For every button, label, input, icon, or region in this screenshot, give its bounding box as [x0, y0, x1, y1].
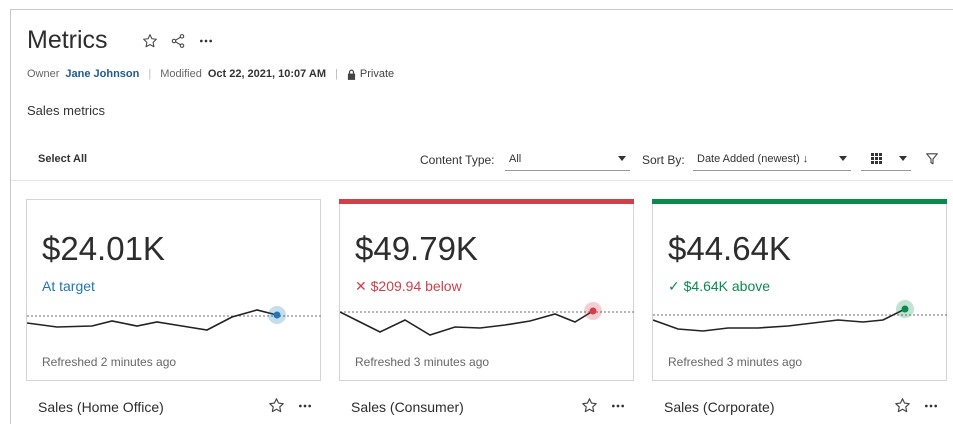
- card-footer: Sales (Consumer): [339, 397, 634, 419]
- metric-name[interactable]: Sales (Home Office): [38, 399, 164, 415]
- modified-value: Oct 22, 2021, 10:07 AM: [207, 68, 327, 80]
- sort-by-value: Date Added (newest) ↓: [697, 152, 809, 165]
- favorite-star-icon[interactable]: [268, 397, 285, 414]
- view-mode-dropdown[interactable]: [861, 147, 911, 171]
- sparkline: [27, 306, 322, 331]
- privacy-status: Private: [347, 68, 394, 80]
- card-footer: Sales (Home Office): [26, 397, 321, 419]
- metric-name[interactable]: Sales (Corporate): [664, 399, 775, 415]
- favorite-star-icon[interactable]: [142, 33, 158, 49]
- more-actions-icon[interactable]: [198, 33, 214, 49]
- sparkline: [653, 300, 948, 332]
- metric-value: $24.01K: [42, 230, 165, 267]
- content-type-value: All: [509, 152, 522, 165]
- status-accent-bar: [652, 199, 947, 204]
- metric-name[interactable]: Sales (Consumer): [351, 399, 464, 415]
- metric-status: ✓ $4.64K above: [668, 278, 771, 294]
- chevron-down-icon: [899, 156, 907, 161]
- filter-icon[interactable]: [926, 153, 938, 165]
- lock-icon: [347, 69, 355, 80]
- chevron-down-icon: [618, 156, 626, 161]
- title-row: Metrics: [27, 26, 214, 55]
- favorite-star-icon[interactable]: [894, 397, 911, 414]
- content-type-dropdown[interactable]: All: [505, 147, 630, 171]
- owner-label: Owner: [27, 68, 60, 80]
- metrics-page: Metrics Owner Jane Johnson | Modified Oc…: [10, 9, 953, 424]
- metric-card[interactable]: $49.79K ✕ $209.94 below Refreshed 3 minu…: [339, 199, 635, 381]
- more-actions-icon[interactable]: [923, 398, 939, 414]
- card-actions: [581, 397, 626, 414]
- status-accent-bar: [339, 199, 634, 204]
- favorite-star-icon[interactable]: [581, 397, 598, 414]
- chevron-down-icon: [839, 156, 847, 161]
- content-type-label: Content Type:: [420, 153, 495, 167]
- card-actions: [268, 397, 313, 414]
- refreshed-time: Refreshed 3 minutes ago: [355, 355, 490, 369]
- metric-value: $49.79K: [355, 230, 478, 267]
- modified-label: Modified: [160, 68, 202, 80]
- page-description: Sales metrics: [27, 103, 106, 118]
- metric-card[interactable]: $24.01K At target Refreshed 2 minutes ag…: [26, 199, 322, 381]
- card-footer: Sales (Corporate): [652, 397, 947, 419]
- toolbar: Select All Content Type: All Sort By: Da…: [11, 145, 953, 181]
- more-actions-icon[interactable]: [610, 398, 626, 414]
- title-actions: [142, 33, 214, 49]
- refreshed-time: Refreshed 2 minutes ago: [42, 355, 177, 369]
- metric-card[interactable]: $44.64K ✓ $4.64K above Refreshed 3 minut…: [652, 199, 948, 381]
- metadata-row: Owner Jane Johnson | Modified Oct 22, 20…: [27, 68, 394, 80]
- metric-value: $44.64K: [668, 230, 791, 267]
- separator: |: [148, 68, 152, 80]
- separator: |: [335, 68, 338, 80]
- owner-link[interactable]: Jane Johnson: [65, 68, 139, 80]
- grid-view-icon: [871, 153, 882, 164]
- page-title: Metrics: [27, 26, 108, 54]
- card-actions: [894, 397, 939, 414]
- sparkline: [340, 302, 635, 336]
- sort-by-dropdown[interactable]: Date Added (newest) ↓: [693, 147, 851, 171]
- metric-status: At target: [42, 278, 95, 294]
- refreshed-time: Refreshed 3 minutes ago: [668, 355, 803, 369]
- sort-by-label: Sort By:: [642, 153, 685, 167]
- select-all-button[interactable]: Select All: [38, 153, 87, 165]
- metric-status: ✕ $209.94 below: [355, 278, 462, 294]
- more-actions-icon[interactable]: [297, 398, 313, 414]
- share-icon[interactable]: [170, 33, 186, 49]
- privacy-label: Private: [359, 68, 395, 80]
